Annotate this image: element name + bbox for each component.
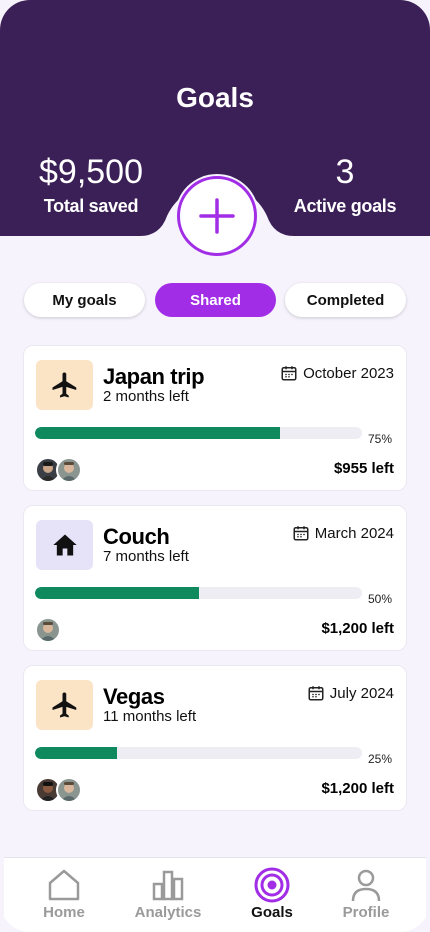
goal-progress-fill [35,427,281,439]
goal-progress-percent: 50% [367,592,392,606]
goal-name: Vegas [103,684,165,709]
goal-date-text: July 2024 [329,684,394,702]
bottom-navigation: Home Analytics Goals Profile [4,857,426,932]
goal-name: Japan trip [103,364,205,389]
calendar-icon [293,526,309,541]
airplane-icon [52,372,76,398]
goal-amount-left: $955 left [333,460,394,477]
tab-completed[interactable]: Completed [285,283,406,317]
avatar [35,617,61,643]
goal-progress-fill [35,747,117,759]
page-title: Goals [176,82,254,113]
goals-screen: Goals $9,500 Total saved 3 Active goals … [0,0,430,932]
goal-date: October 2023 [280,364,394,382]
avatar [56,457,82,483]
goal-progress-bar [35,587,362,599]
goal-filter-tabs: My goals Shared Completed [24,283,406,317]
goal-thumbnail [36,520,93,570]
add-goal-button[interactable] [177,176,257,256]
plus-icon [199,198,235,234]
goal-progress-percent: 25% [367,752,392,766]
profile-icon [351,869,381,902]
nav-analytics-label: Analytics [134,904,202,921]
goal-time-remaining: 2 months left [103,388,189,405]
goal-time-remaining: 7 months left [103,548,189,565]
avatar [56,777,82,803]
goal-date-text: March 2024 [314,524,394,542]
goal-progress-percent: 75% [367,432,392,446]
goal-date: March 2024 [292,524,394,542]
nav-goals[interactable]: Goals [224,866,320,921]
nav-goals-label: Goals [251,904,293,921]
goal-progress-bar [35,747,362,759]
goal-amount-left: $1,200 left [321,620,394,637]
goal-date: July 2024 [307,684,394,702]
nav-profile-label: Profile [342,904,390,921]
goal-thumbnail [36,680,93,730]
nav-analytics[interactable]: Analytics [120,866,216,921]
goal-name: Couch [103,524,170,549]
nav-home-label: Home [43,904,85,921]
goal-date-text: October 2023 [303,364,394,382]
goal-progress-fill [35,587,199,599]
goal-card[interactable]: Couch 7 months left March 2024 50% $1,20… [23,505,407,651]
house-icon [52,534,77,556]
home-icon [48,869,80,901]
goal-thumbnail [36,360,93,410]
target-icon [254,867,290,903]
calendar-icon [281,366,297,381]
tab-shared[interactable]: Shared [155,283,276,317]
nav-profile[interactable]: Profile [318,866,414,921]
goal-card[interactable]: Japan trip 2 months left October 2023 75… [23,345,407,491]
airplane-icon [52,692,76,718]
goal-time-remaining: 11 months left [103,708,197,725]
goal-card[interactable]: Vegas 11 months left July 2024 25% $1,20… [23,665,407,811]
calendar-icon [308,686,324,701]
goal-amount-left: $1,200 left [321,780,394,797]
tab-my-goals[interactable]: My goals [24,283,145,317]
goal-progress-bar [35,427,362,439]
nav-home[interactable]: Home [16,866,112,921]
analytics-icon [152,870,184,901]
